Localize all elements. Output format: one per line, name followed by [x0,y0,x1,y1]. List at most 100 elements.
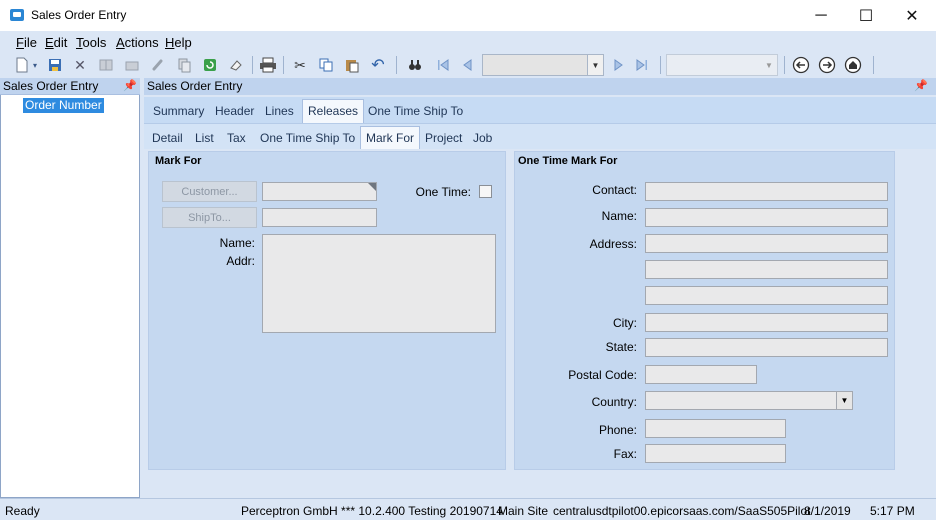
tab-mark-for[interactable]: Mark For [360,126,420,150]
forward-icon[interactable] [817,55,837,75]
status-company: Perceptron GmbH *** 10.2.400 Testing 201… [241,504,503,518]
app-icon [10,9,24,21]
state-label: State: [605,340,637,354]
contact-field[interactable] [645,182,888,201]
close-button[interactable]: ✕ [889,0,935,31]
fax-field[interactable] [645,444,786,463]
tab-detail[interactable]: Detail [152,131,183,145]
menu-edit[interactable]: Edit [45,35,67,50]
print-icon[interactable] [258,55,278,75]
new-dropdown-icon[interactable]: ▾ [30,55,40,75]
toolbar-separator [784,56,785,74]
address-line2-field[interactable] [645,260,888,279]
status-server: centralusdtpilot00.epicorsaas.com/SaaS50… [553,504,811,518]
chevron-down-icon[interactable]: ▼ [761,55,777,75]
toolbar-separator [252,56,253,74]
next-record-icon[interactable] [608,55,628,75]
undo-icon[interactable]: ↶ [368,55,388,75]
tab-one-time-ship-to[interactable]: One Time Ship To [368,104,463,118]
tab-summary[interactable]: Summary [153,104,204,118]
sub-tab-row: Detail List Tax One Time Ship To Mark Fo… [144,123,936,150]
address-line3-field[interactable] [645,286,888,305]
maximize-button[interactable]: ☐ [843,0,889,31]
address-label: Address: [589,237,637,251]
pin-icon[interactable]: 📌 [123,79,137,92]
name-label: Name: [601,209,637,223]
first-record-icon[interactable] [433,55,453,75]
tab-lines[interactable]: Lines [265,104,294,118]
address-line1-field[interactable] [645,234,888,253]
tree-node-order-number[interactable]: Order Number [23,98,104,113]
left-panel-header: Sales Order Entry 📌 [0,78,140,95]
find-icon[interactable] [405,55,425,75]
phone-field[interactable] [645,419,786,438]
save-icon[interactable] [45,55,65,75]
menu-tools[interactable]: Tools [76,35,106,50]
city-label: City: [613,316,637,330]
chevron-down-icon[interactable]: ▼ [587,55,603,75]
status-bar: Ready Perceptron GmbH *** 10.2.400 Testi… [0,498,936,520]
country-select[interactable]: ▼ [645,391,853,410]
menu-actions[interactable]: Actions [116,35,159,50]
tab-tax[interactable]: Tax [227,131,246,145]
minimize-button[interactable]: ─ [798,0,844,31]
chevron-down-icon[interactable]: ▼ [836,392,852,409]
copy-doc-icon[interactable] [174,55,194,75]
customer-button[interactable]: Customer... [162,181,257,202]
new-icon[interactable] [12,55,32,75]
customer-field[interactable] [262,182,377,201]
menu-file[interactable]: File [16,35,37,50]
pin-icon[interactable]: 📌 [914,79,928,92]
contact-label: Contact: [592,183,637,197]
status-state: Ready [5,504,40,518]
tab-releases[interactable]: Releases [302,99,365,123]
left-panel-title: Sales Order Entry [3,79,99,93]
toolbar: ▾ ✕ ✂ ↶ ▼ ▼ [0,53,936,77]
shipto-field[interactable] [262,208,377,227]
menu-help[interactable]: Help [165,35,192,50]
name-address-textarea[interactable] [262,234,496,333]
refresh-icon[interactable] [200,55,220,75]
secondary-combo[interactable]: ▼ [666,54,778,76]
last-record-icon[interactable] [632,55,652,75]
clear-icon[interactable] [226,55,246,75]
name-field[interactable] [645,208,888,227]
book-icon[interactable] [96,55,116,75]
toolbar-separator [396,56,397,74]
tab-list[interactable]: List [195,131,214,145]
fax-label: Fax: [613,447,637,461]
tab-project[interactable]: Project [425,131,462,145]
delete-icon[interactable]: ✕ [70,55,90,75]
toolbar-separator [873,56,874,74]
copy-icon[interactable] [316,55,336,75]
folder-icon[interactable] [122,55,142,75]
state-field[interactable] [645,338,888,357]
one-time-checkbox[interactable] [479,185,492,198]
home-icon[interactable] [843,55,863,75]
tree-view[interactable]: Order Number [0,95,140,498]
search-corner-icon [368,183,376,191]
one-time-mark-for-title: One Time Mark For [518,155,618,167]
previous-record-icon[interactable] [458,55,478,75]
paste-icon[interactable] [342,55,362,75]
cut-icon[interactable]: ✂ [290,55,310,75]
title-bar: Sales Order Entry ─ ☐ ✕ [0,0,936,31]
record-navigation-combo[interactable]: ▼ [482,54,604,76]
shipto-button[interactable]: ShipTo... [162,207,257,228]
toolbar-separator [660,56,661,74]
status-time: 5:17 PM [870,504,915,518]
tab-one-time-ship-to-release[interactable]: One Time Ship To [260,131,355,145]
window-title: Sales Order Entry [31,8,127,22]
back-icon[interactable] [791,55,811,75]
status-date: 8/1/2019 [804,504,851,518]
status-site: Main Site [498,504,549,518]
country-label: Country: [591,395,637,409]
main-tab-row: Summary Header Lines Releases One Time S… [144,97,936,123]
city-field[interactable] [645,313,888,332]
content-title: Sales Order Entry [147,79,243,93]
tab-header[interactable]: Header [215,104,254,118]
attach-icon[interactable] [148,55,168,75]
postal-code-field[interactable] [645,365,757,384]
postal-code-label: Postal Code: [568,368,637,382]
tab-job[interactable]: Job [473,131,492,145]
